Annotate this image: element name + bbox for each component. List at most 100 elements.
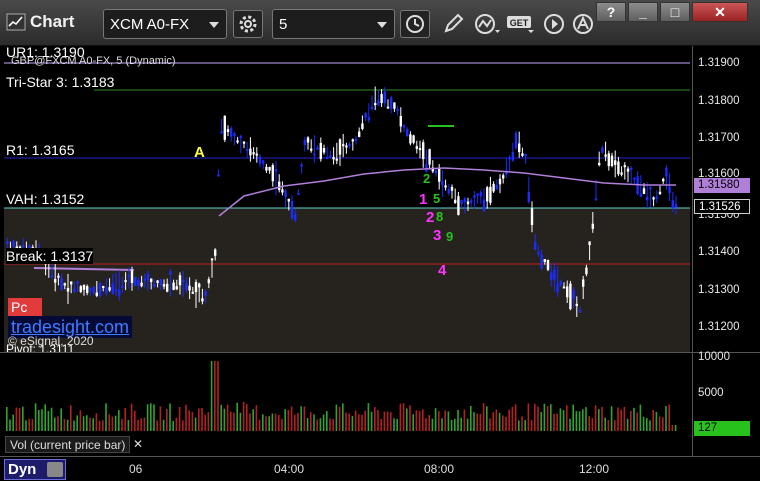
settings-button[interactable] [233, 10, 263, 38]
price-bar-body [470, 200, 473, 203]
time-label: 12:00 [579, 462, 610, 476]
pencil-icon [444, 13, 464, 33]
volume-bar [108, 414, 110, 431]
price-bar-body [210, 258, 214, 261]
volume-bar [54, 417, 56, 431]
volume-bar [326, 411, 328, 431]
volume-bar [527, 403, 530, 431]
price-bar-body [214, 249, 217, 256]
close-icon[interactable]: ✕ [133, 437, 143, 451]
volume-bar [118, 410, 120, 431]
interval-input[interactable]: 5 [272, 9, 395, 39]
volume-bar [207, 412, 210, 431]
price-bar-body [220, 131, 223, 134]
price-bar-body [521, 153, 524, 156]
price-tick: 1.31700 [698, 132, 740, 144]
draw-tools-button[interactable] [438, 10, 468, 38]
minimize-button[interactable]: _ [628, 2, 658, 22]
alerts-button[interactable] [568, 10, 598, 38]
volume-bar [185, 404, 187, 431]
price-bar-body [319, 143, 322, 160]
studies-button[interactable] [472, 10, 502, 38]
close-button[interactable]: ✕ [692, 2, 748, 22]
volume-bar [383, 411, 386, 431]
volume-bar [9, 419, 11, 431]
volume-bar [655, 412, 658, 431]
maximize-button[interactable]: □ [660, 2, 690, 22]
price-tick: 1.31200 [698, 321, 740, 333]
volume-bar [38, 409, 40, 431]
price-axis[interactable]: 1.31900 1.31800 1.31700 1.31600 1.31500 … [692, 46, 760, 352]
volume-bar [70, 405, 72, 431]
volume-bar [114, 415, 117, 431]
volume-bar [191, 412, 194, 431]
volume-bar [76, 415, 78, 431]
volume-bar [569, 418, 571, 431]
price-bar-body [476, 193, 479, 196]
volume-bar [492, 412, 494, 431]
volume-bar [169, 403, 171, 431]
volume-bar [502, 415, 504, 431]
dynamic-button[interactable]: Dyn [4, 459, 66, 480]
price-bar-body [63, 283, 66, 286]
price-bar-body [226, 129, 230, 132]
pc-badge[interactable]: Pc [8, 298, 42, 317]
volume-bar [438, 411, 440, 431]
price-bar-body [70, 281, 73, 285]
volume-bar [498, 412, 501, 431]
volume-bar [604, 417, 606, 431]
volume-bar [354, 410, 357, 431]
volume-axis[interactable]: 10000 5000 127 [692, 351, 760, 457]
volume-bar [332, 418, 334, 431]
volume-bar [537, 406, 539, 431]
volume-bar [671, 425, 674, 431]
volume-bar [434, 408, 437, 431]
price-bar-body [50, 275, 54, 278]
lock-icon[interactable] [47, 462, 63, 477]
replay-button[interactable] [539, 10, 569, 38]
price-bar-body [6, 241, 9, 244]
price-bar-body [367, 117, 370, 121]
signal-green-9: 9 [446, 229, 454, 244]
price-bar-body [428, 149, 431, 165]
time-template-button[interactable] [400, 10, 430, 38]
chevron-down-icon[interactable] [377, 22, 387, 28]
time-axis[interactable]: Dyn 06 04:00 08:00 12:00 [0, 456, 760, 481]
volume-bar [57, 416, 59, 431]
get-data-button[interactable]: GET [506, 10, 536, 38]
dynamic-label: Dyn [8, 461, 37, 478]
chevron-down-icon[interactable] [209, 22, 219, 28]
chart-toolbar: Chart XCM A0-FX 5 GET ? _ □ ✕ [0, 0, 760, 46]
volume-bar [588, 416, 590, 431]
price-bar-body [230, 128, 233, 137]
volume-bar [172, 421, 174, 431]
price-bar-body [601, 147, 604, 153]
price-plot[interactable] [4, 46, 690, 352]
volume-bar [466, 418, 469, 431]
volume-bar [281, 418, 283, 431]
price-bar-body [134, 276, 137, 286]
price-bar-body [473, 195, 476, 198]
help-button[interactable]: ? [596, 2, 626, 22]
volume-bar [662, 417, 664, 431]
volume-study-label[interactable]: Vol (current price bar) [5, 436, 131, 453]
price-bar-body [454, 199, 457, 203]
signal-seq-2: 2 [426, 209, 435, 226]
volume-bar [47, 411, 50, 431]
price-bar-body [326, 157, 329, 159]
price-bar-body [73, 289, 76, 292]
price-bar-body [217, 174, 220, 177]
signal-seq-1: 1 [419, 191, 428, 208]
price-bar-body [508, 157, 511, 160]
volume-bar [566, 405, 568, 431]
volume-bar [623, 406, 626, 431]
price-bar-body [204, 291, 207, 296]
price-bar-body [76, 281, 79, 284]
signal-seq-3: 3 [433, 227, 442, 244]
price-bar-body [665, 167, 668, 177]
price-bar-body [102, 286, 105, 288]
symbol-input[interactable]: XCM A0-FX [103, 9, 227, 39]
volume-bar [137, 420, 139, 431]
price-bar-body [169, 271, 172, 275]
price-bar-body [54, 278, 57, 283]
